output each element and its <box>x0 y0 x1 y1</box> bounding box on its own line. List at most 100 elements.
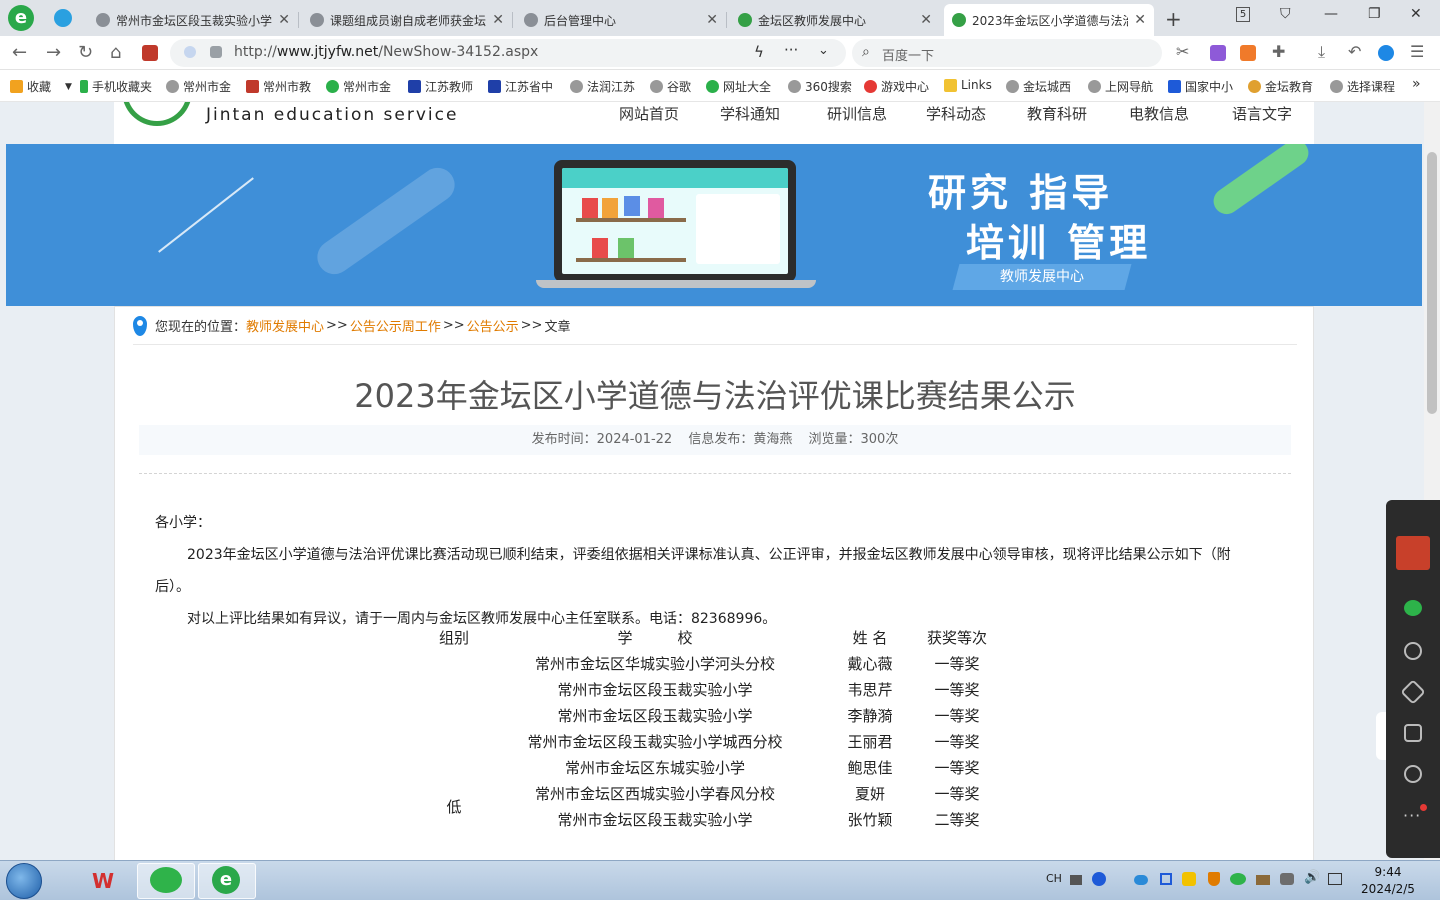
briefcase-icon[interactable] <box>142 45 158 61</box>
wechat-icon[interactable] <box>1404 600 1422 616</box>
close-icon[interactable]: ✕ <box>920 12 932 28</box>
menu-icon[interactable]: ☰ <box>1410 42 1424 61</box>
breadcrumb-link-notices[interactable]: 公告公示 <box>467 316 519 335</box>
shirt-icon[interactable]: ⛉ <box>1280 6 1291 22</box>
globe-icon <box>570 80 583 93</box>
bookmark-label: 金坛教育 <box>1265 80 1314 94</box>
caret-down-icon[interactable]: ▼ <box>65 82 72 92</box>
breadcrumb-link-notices-weekly[interactable]: 公告公示周工作 <box>350 316 441 335</box>
storage-icon[interactable] <box>1256 875 1270 885</box>
aperture-icon[interactable] <box>1404 765 1422 783</box>
search-icon: ⌕ <box>862 44 870 60</box>
nav-training-info[interactable]: 研训信息 <box>827 103 887 124</box>
bookmark-item[interactable]: 国家中小 <box>1168 78 1233 95</box>
forward-icon[interactable]: → <box>46 42 61 63</box>
close-icon[interactable]: ✕ <box>492 12 504 28</box>
bookmark-item[interactable]: 谷歌 <box>650 78 691 95</box>
bookmark-item[interactable]: 手机收藏夹 <box>80 78 152 95</box>
system-clock[interactable]: 9:44 2024/2/5 <box>1360 864 1416 898</box>
wechat-tray-icon[interactable] <box>1230 873 1246 885</box>
banner-decoration <box>158 177 254 253</box>
nav-language[interactable]: 语言文字 <box>1232 103 1292 124</box>
home-icon[interactable]: ⌂ <box>110 42 121 63</box>
more-dots-icon[interactable]: ··· <box>784 41 798 59</box>
tab-2[interactable]: 课题组成员谢自成老师获金坛 ✕ <box>302 4 512 36</box>
cloud-icon[interactable] <box>1134 875 1148 885</box>
nav-subject-news[interactable]: 学科动态 <box>926 103 986 124</box>
nav-research[interactable]: 教育科研 <box>1027 103 1087 124</box>
translate-icon[interactable] <box>1210 45 1226 61</box>
bookmark-item[interactable]: 金坛城西 <box>1006 78 1071 95</box>
bookmark-item[interactable]: 江苏省中 <box>488 78 553 95</box>
game-icon[interactable] <box>1240 45 1256 61</box>
security-icon[interactable] <box>1208 872 1220 886</box>
nav-home[interactable]: 网站首页 <box>619 103 679 124</box>
keyboard-icon[interactable] <box>1070 875 1082 885</box>
search-input[interactable]: ⌕ 百度一下 <box>852 39 1162 67</box>
undo-icon[interactable]: ↶ <box>1348 42 1361 61</box>
close-icon[interactable]: ✕ <box>278 12 290 28</box>
bookmark-favorites[interactable]: 收藏 ▼ <box>10 78 72 95</box>
minimize-icon[interactable]: — <box>1324 6 1338 22</box>
bookmark-item[interactable]: 常州市金 <box>326 78 391 95</box>
close-window-icon[interactable]: ✕ <box>1410 6 1422 22</box>
bookmark-item[interactable]: 江苏教师 <box>408 78 473 95</box>
avatar[interactable] <box>1396 536 1430 570</box>
url-field[interactable]: http://www.jtjyfw.net/NewShow-34152.aspx… <box>170 39 846 67</box>
start-button[interactable] <box>6 863 42 899</box>
bookmark-item[interactable]: 游戏中心 <box>864 78 929 95</box>
bookmark-label: 选择课程 <box>1347 80 1396 94</box>
bookmark-item[interactable]: 360搜索 <box>788 78 852 95</box>
help-icon[interactable] <box>1092 872 1106 886</box>
cell-name: 李静漪 <box>847 707 893 725</box>
back-icon[interactable]: ← <box>12 42 27 63</box>
nav-av-education[interactable]: 电教信息 <box>1129 103 1189 124</box>
reload-icon[interactable]: ↻ <box>78 42 93 63</box>
close-icon[interactable]: ✕ <box>706 12 718 28</box>
tab-3[interactable]: 后台管理中心 ✕ <box>516 4 726 36</box>
chevron-right-icon[interactable]: » <box>1412 76 1421 92</box>
breadcrumb: 您现在的位置： 教师发展中心 >> 公告公示周工作 >> 公告公示 >> 文章 <box>133 307 1297 345</box>
chevron-down-icon[interactable]: ⌄ <box>818 43 829 58</box>
download-icon[interactable]: ⤓ <box>1318 42 1325 62</box>
close-icon[interactable]: ✕ <box>1134 12 1146 28</box>
taskbar: W e CH 🔊 9:44 2024/2/5 <box>0 860 1440 900</box>
bookmark-item[interactable]: 常州市金 <box>166 78 231 95</box>
breadcrumb-link-teacher-center[interactable]: 教师发展中心 <box>246 316 324 335</box>
bookmark-item[interactable]: 法润江苏 <box>570 78 635 95</box>
bookmark-item[interactable]: Links <box>944 78 992 92</box>
bookmark-item[interactable]: 选择课程 <box>1330 78 1395 95</box>
tab-4[interactable]: 金坛区教师发展中心 ✕ <box>730 4 940 36</box>
extensions-icon[interactable]: ✚ <box>1272 42 1285 61</box>
lightning-icon[interactable]: ϟ <box>754 43 764 61</box>
action-center-icon[interactable] <box>1328 873 1342 885</box>
scrollbar-thumb[interactable] <box>1427 152 1437 414</box>
new-tab-button[interactable]: + <box>1165 7 1182 31</box>
ime-indicator[interactable]: CH <box>1046 872 1062 885</box>
bookmark-item[interactable]: 上网导航 <box>1088 78 1153 95</box>
folder-icon[interactable] <box>1404 724 1422 742</box>
contacts-icon[interactable] <box>1404 642 1422 660</box>
volume-icon[interactable]: 🔊 <box>1304 870 1320 885</box>
bookmark-item[interactable]: 金坛教育 <box>1248 78 1313 95</box>
network-icon[interactable] <box>1280 873 1294 885</box>
tab-counter[interactable]: 5 <box>1236 7 1250 22</box>
location-pin-icon <box>133 315 147 336</box>
bookmark-item[interactable]: 网址大全 <box>706 78 771 95</box>
bookmark-item[interactable]: 常州市教 <box>246 78 311 95</box>
cube-icon[interactable] <box>1400 679 1426 705</box>
browser-icon: e <box>212 866 240 894</box>
more-dots-icon[interactable]: ··· <box>1403 806 1421 825</box>
restore-icon[interactable]: ❐ <box>1368 6 1381 22</box>
tab-5-active[interactable]: 2023年金坛区小学道德与法治 ✕ <box>944 4 1154 36</box>
browser-logo-icon[interactable]: e <box>8 5 34 31</box>
telegram-icon[interactable] <box>54 9 72 27</box>
insecure-lock-icon[interactable] <box>210 46 222 58</box>
scissors-icon[interactable]: ✂ <box>1176 42 1189 61</box>
browser-sync-icon[interactable] <box>1378 45 1394 61</box>
crop-icon[interactable] <box>1160 873 1172 885</box>
app-tray-icon[interactable] <box>1182 872 1196 886</box>
tab-1[interactable]: 常州市金坛区段玉裁实验小学 ✕ <box>88 4 298 36</box>
nav-subject-notices[interactable]: 学科通知 <box>720 103 780 124</box>
site-logo-icon[interactable] <box>122 102 192 126</box>
